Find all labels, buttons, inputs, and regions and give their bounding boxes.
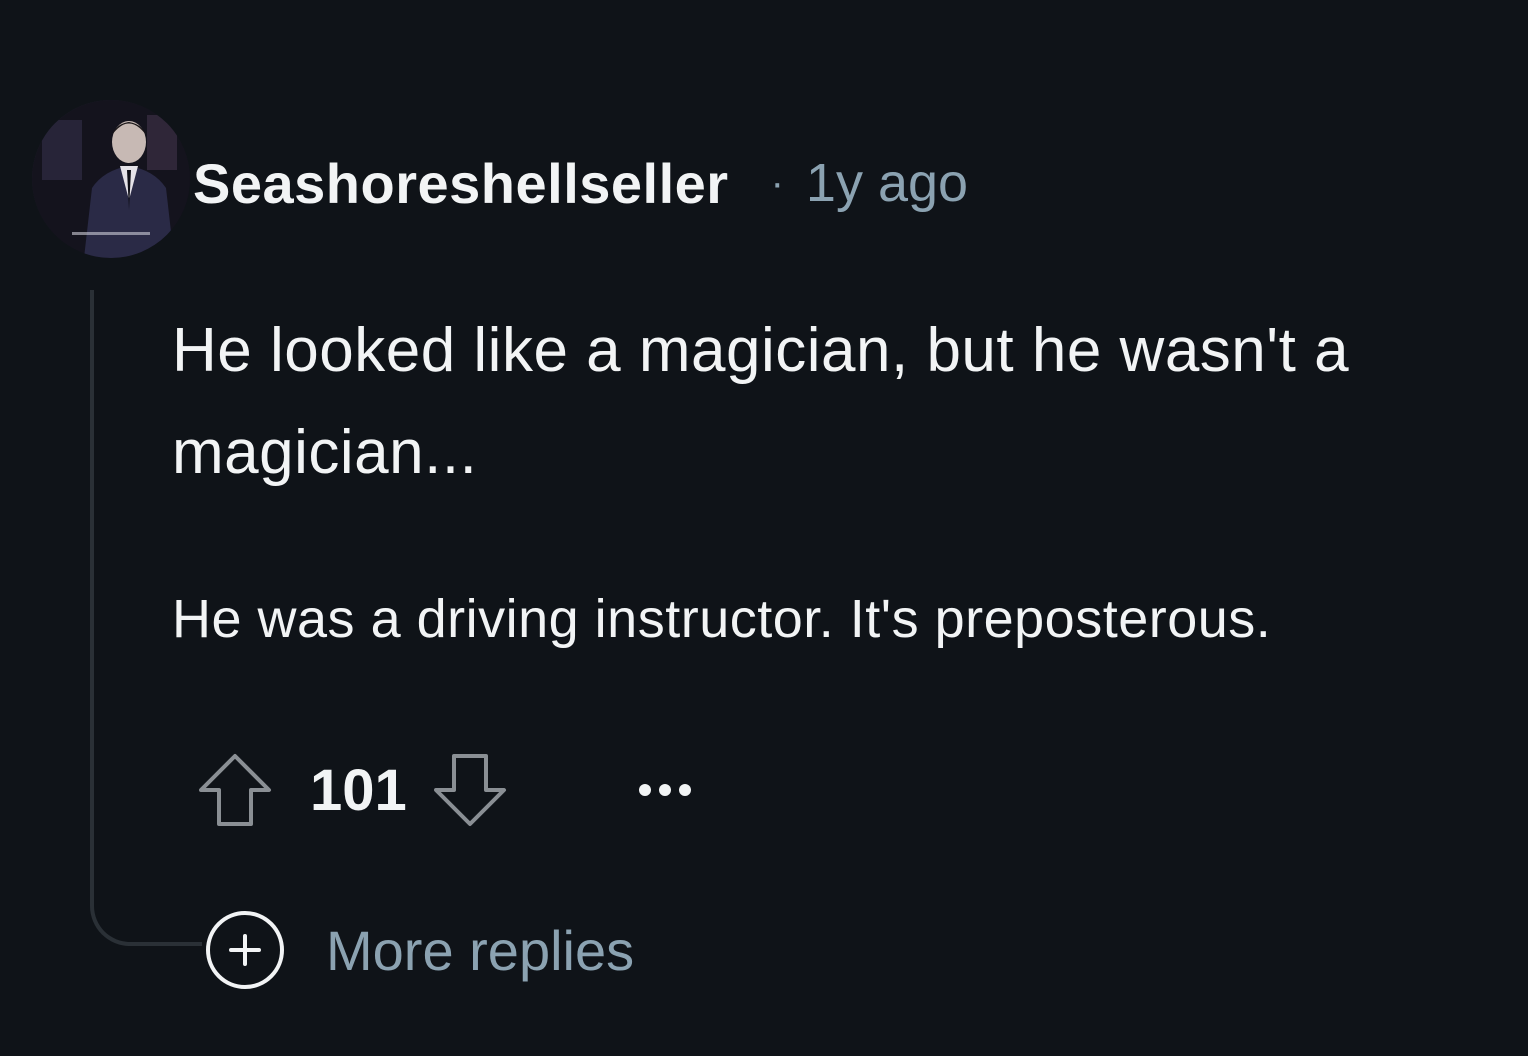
more-replies-label: More replies	[326, 918, 635, 982]
avatar[interactable]	[32, 100, 190, 258]
separator-dot: ·	[770, 160, 784, 205]
vote-score: 101	[310, 757, 407, 823]
comment-thread: Seashoreshellseller · 1y ago He looked l…	[0, 0, 1528, 1056]
comment-header: Seashoreshellseller · 1y ago	[193, 148, 968, 218]
comment-body-paragraph-1: He looked like a magician, but he wasn't…	[172, 316, 1350, 487]
arrow-down-outline-icon	[433, 754, 506, 826]
plus-circle-icon	[206, 911, 284, 989]
downvote-button[interactable]	[425, 745, 515, 835]
timestamp[interactable]: 1y ago	[806, 152, 968, 214]
overflow-menu-button[interactable]	[625, 745, 705, 835]
thread-line[interactable]	[90, 290, 94, 905]
more-replies-button[interactable]: More replies	[206, 908, 634, 992]
upvote-button[interactable]	[190, 745, 280, 835]
comment-body-paragraph-2: He was a driving instructor. It's prepos…	[172, 589, 1272, 649]
username[interactable]: Seashoreshellseller	[193, 151, 729, 216]
comment-actions: 101	[190, 745, 705, 835]
thread-elbow	[90, 880, 202, 946]
ellipsis-icon	[638, 784, 691, 796]
arrow-up-outline-icon	[199, 754, 271, 826]
